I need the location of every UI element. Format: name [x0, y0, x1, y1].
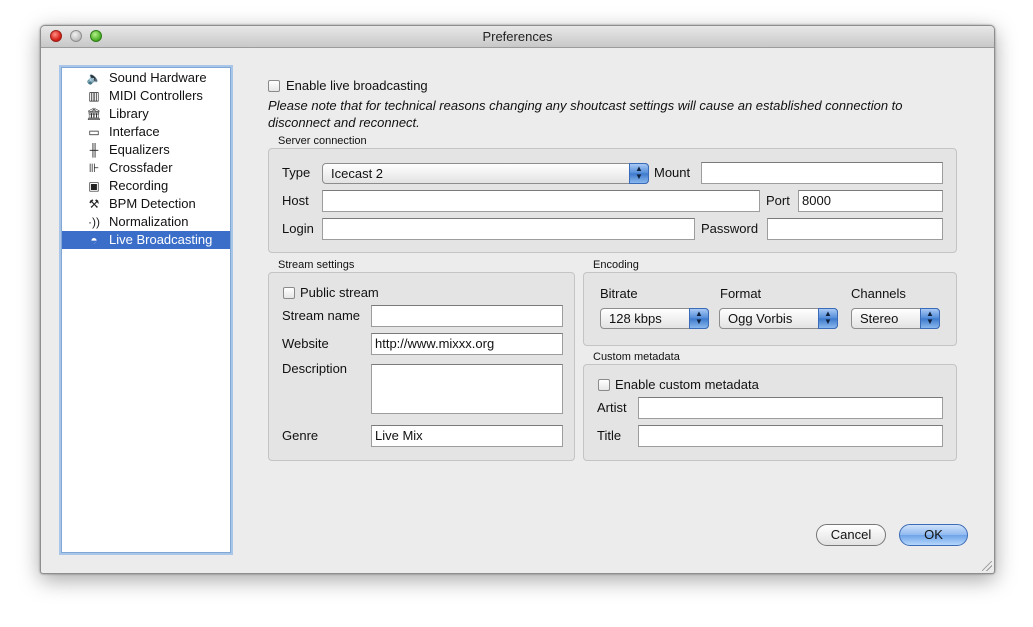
format-select[interactable]: Ogg Vorbis ▲ ▼ — [719, 308, 838, 329]
sidebar-item-equalizers[interactable]: ╫ Equalizers — [62, 141, 230, 159]
cancel-button[interactable]: Cancel — [816, 524, 886, 546]
stream-name-label: Stream name — [282, 308, 361, 323]
title-label: Title — [597, 428, 622, 443]
crossfader-icon: ⊪ — [88, 161, 100, 175]
stepper-arrows-icon: ▲ ▼ — [629, 163, 649, 184]
login-field[interactable] — [322, 218, 695, 240]
resize-grip-icon[interactable] — [982, 561, 992, 571]
channels-select-value: Stereo — [860, 311, 899, 326]
bitrate-label: Bitrate — [600, 286, 638, 301]
port-label: Port — [766, 193, 790, 208]
public-stream-label[interactable]: Public stream — [300, 285, 379, 300]
sidebar-item-library[interactable]: 🏛 Library — [62, 105, 230, 123]
equalizer-icon: ╫ — [89, 143, 99, 157]
mount-label: Mount — [654, 165, 691, 180]
sidebar-item-label: MIDI Controllers — [109, 88, 203, 103]
title-field[interactable] — [638, 425, 943, 447]
enable-live-broadcasting-label[interactable]: Enable live broadcasting — [286, 78, 428, 93]
type-select[interactable]: Icecast 2 ▲ ▼ — [322, 163, 649, 184]
sidebar-item-label: Recording — [109, 178, 169, 193]
stepper-arrows-icon: ▲ ▼ — [689, 308, 709, 329]
sidebar-item-label: BPM Detection — [109, 196, 196, 211]
type-select-value: Icecast 2 — [331, 166, 384, 181]
enable-live-broadcasting-checkbox[interactable] — [268, 80, 280, 92]
port-field[interactable]: 8000 — [798, 190, 943, 212]
password-field[interactable] — [767, 218, 943, 240]
artist-label: Artist — [597, 400, 627, 415]
sidebar-item-label: Sound Hardware — [109, 70, 207, 85]
sidebar-item-bpm-detection[interactable]: ⚒ BPM Detection — [62, 195, 230, 213]
stepper-arrows-icon: ▲ ▼ — [818, 308, 838, 329]
custom-metadata-title: Custom metadata — [593, 351, 680, 363]
sidebar-item-live-broadcasting[interactable]: ◓ Live Broadcasting — [62, 231, 230, 249]
stream-settings-title: Stream settings — [278, 259, 355, 271]
enable-custom-metadata-label[interactable]: Enable custom metadata — [615, 377, 759, 392]
ok-button[interactable]: OK — [899, 524, 968, 546]
monitor-icon: ▭ — [88, 125, 100, 139]
host-field[interactable] — [322, 190, 760, 212]
format-select-value: Ogg Vorbis — [728, 311, 793, 326]
sidebar-item-crossfader[interactable]: ⊪ Crossfader — [62, 159, 230, 177]
sidebar-item-recording[interactable]: ▣ Recording — [62, 177, 230, 195]
sidebar-item-label: Live Broadcasting — [109, 232, 213, 247]
format-label: Format — [720, 286, 762, 301]
channels-label: Channels — [851, 286, 906, 301]
description-textarea[interactable] — [371, 364, 563, 414]
host-label: Host — [282, 193, 309, 208]
normalization-icon: ·)) — [88, 215, 100, 229]
sidebar-item-sound-hardware[interactable]: 🔈 Sound Hardware — [62, 69, 230, 87]
channels-select[interactable]: Stereo ▲ ▼ — [851, 308, 940, 329]
website-field[interactable]: http://www.mixxx.org — [371, 333, 563, 355]
artist-field[interactable] — [638, 397, 943, 419]
sidebar-item-label: Normalization — [109, 214, 189, 229]
broadcast-icon: ◓ — [90, 233, 98, 247]
recording-icon: ▣ — [88, 179, 100, 193]
genre-label: Genre — [282, 428, 319, 443]
genre-field[interactable]: Live Mix — [371, 425, 563, 447]
sidebar-item-label: Interface — [109, 124, 160, 139]
public-stream-checkbox[interactable] — [283, 287, 295, 299]
sidebar-item-label: Equalizers — [109, 142, 170, 157]
stepper-arrows-icon: ▲ ▼ — [920, 308, 940, 329]
bitrate-select-value: 128 kbps — [609, 311, 662, 326]
type-label: Type — [282, 165, 311, 180]
encoding-title: Encoding — [593, 259, 639, 271]
preferences-window: Preferences 🔈 Sound Hardware ▥ MIDI Cont… — [40, 25, 995, 574]
login-label: Login — [282, 221, 314, 236]
description-label: Description — [282, 361, 348, 376]
broadcast-warning-note: Please note that for technical reasons c… — [268, 98, 903, 130]
sidebar-item-midi-controllers[interactable]: ▥ MIDI Controllers — [62, 87, 230, 105]
speaker-icon: 🔈 — [86, 71, 102, 85]
library-icon: 🏛 — [86, 107, 102, 121]
title-bar[interactable]: Preferences — [41, 26, 994, 48]
sidebar-item-label: Crossfader — [109, 160, 173, 175]
sidebar-item-label: Library — [109, 106, 149, 121]
server-connection-title: Server connection — [278, 135, 367, 147]
mount-field[interactable] — [701, 162, 943, 184]
bitrate-select[interactable]: 128 kbps ▲ ▼ — [600, 308, 709, 329]
bpm-icon: ⚒ — [88, 197, 100, 211]
password-label: Password — [701, 221, 759, 236]
sidebar-item-interface[interactable]: ▭ Interface — [62, 123, 230, 141]
window-title: Preferences — [482, 29, 553, 44]
enable-custom-metadata-checkbox[interactable] — [598, 379, 610, 391]
preferences-sidebar: 🔈 Sound Hardware ▥ MIDI Controllers 🏛 Li… — [61, 67, 231, 553]
sidebar-item-normalization[interactable]: ·)) Normalization — [62, 213, 230, 231]
stream-name-field[interactable] — [371, 305, 563, 327]
website-label: Website — [282, 336, 329, 351]
keyboard-icon: ▥ — [88, 89, 100, 103]
